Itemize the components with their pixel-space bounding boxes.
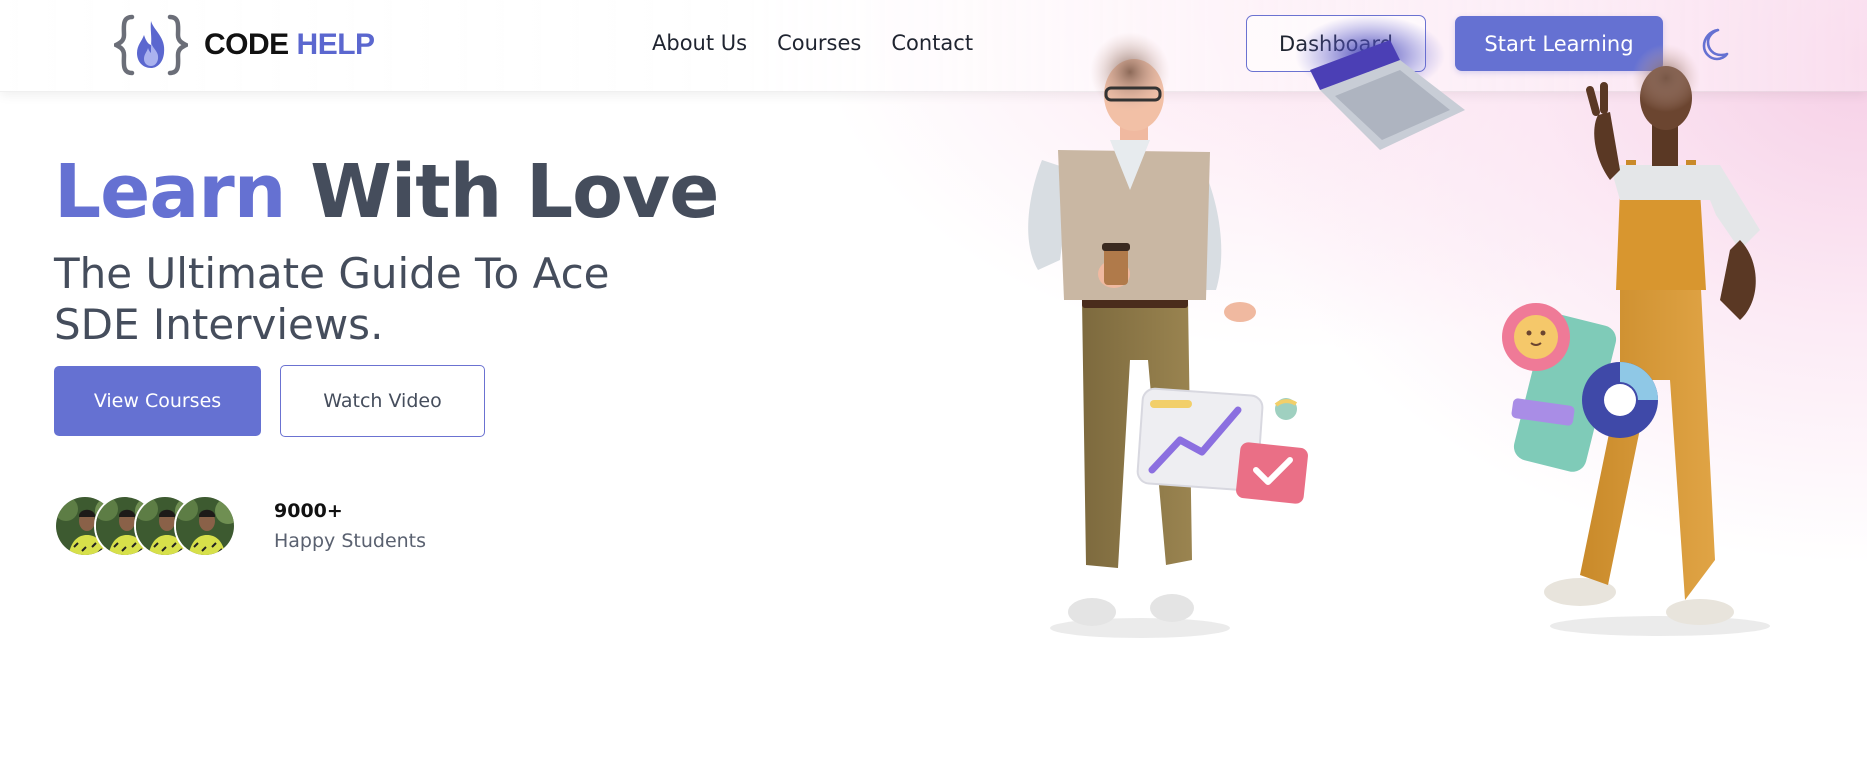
man-figure (1028, 32, 1256, 638)
nav-link-contact[interactable]: Contact (891, 28, 973, 58)
avatar (174, 495, 236, 557)
hero-title: Learn With Love (54, 146, 719, 238)
landing-page: CODE HELP About Us Courses Contact Dashb… (0, 0, 1867, 762)
logo-link[interactable]: CODE HELP (114, 12, 375, 78)
hero-subtitle-line-1: The Ultimate Guide To Ace (54, 249, 610, 298)
logo-code-text: CODE (204, 28, 289, 61)
watch-video-button[interactable]: Watch Video (280, 365, 485, 437)
students-label: Happy Students (274, 530, 427, 552)
laptop-illustration (1295, 15, 1465, 150)
students-count: 9000+ (274, 500, 343, 522)
logo-wordmark: CODE HELP (204, 28, 375, 62)
hero-subtitle: The Ultimate Guide To Ace SDE Interviews… (54, 248, 654, 350)
view-courses-button[interactable]: View Courses (54, 366, 261, 436)
nav-link-courses[interactable]: Courses (777, 28, 861, 58)
primary-nav: About Us Courses Contact (652, 28, 973, 58)
hero-subtitle-line-2: SDE Interviews. (54, 300, 384, 349)
logo-help-text: HELP (296, 28, 376, 61)
logo-flame-icon (114, 14, 188, 76)
nav-link-about-us[interactable]: About Us (652, 28, 747, 58)
hero-title-rest: With Love (310, 149, 719, 235)
hero-title-accent: Learn (54, 149, 286, 235)
hero-illustration (1028, 15, 1770, 638)
student-avatars (54, 495, 244, 557)
student-photo-icon (176, 497, 234, 555)
